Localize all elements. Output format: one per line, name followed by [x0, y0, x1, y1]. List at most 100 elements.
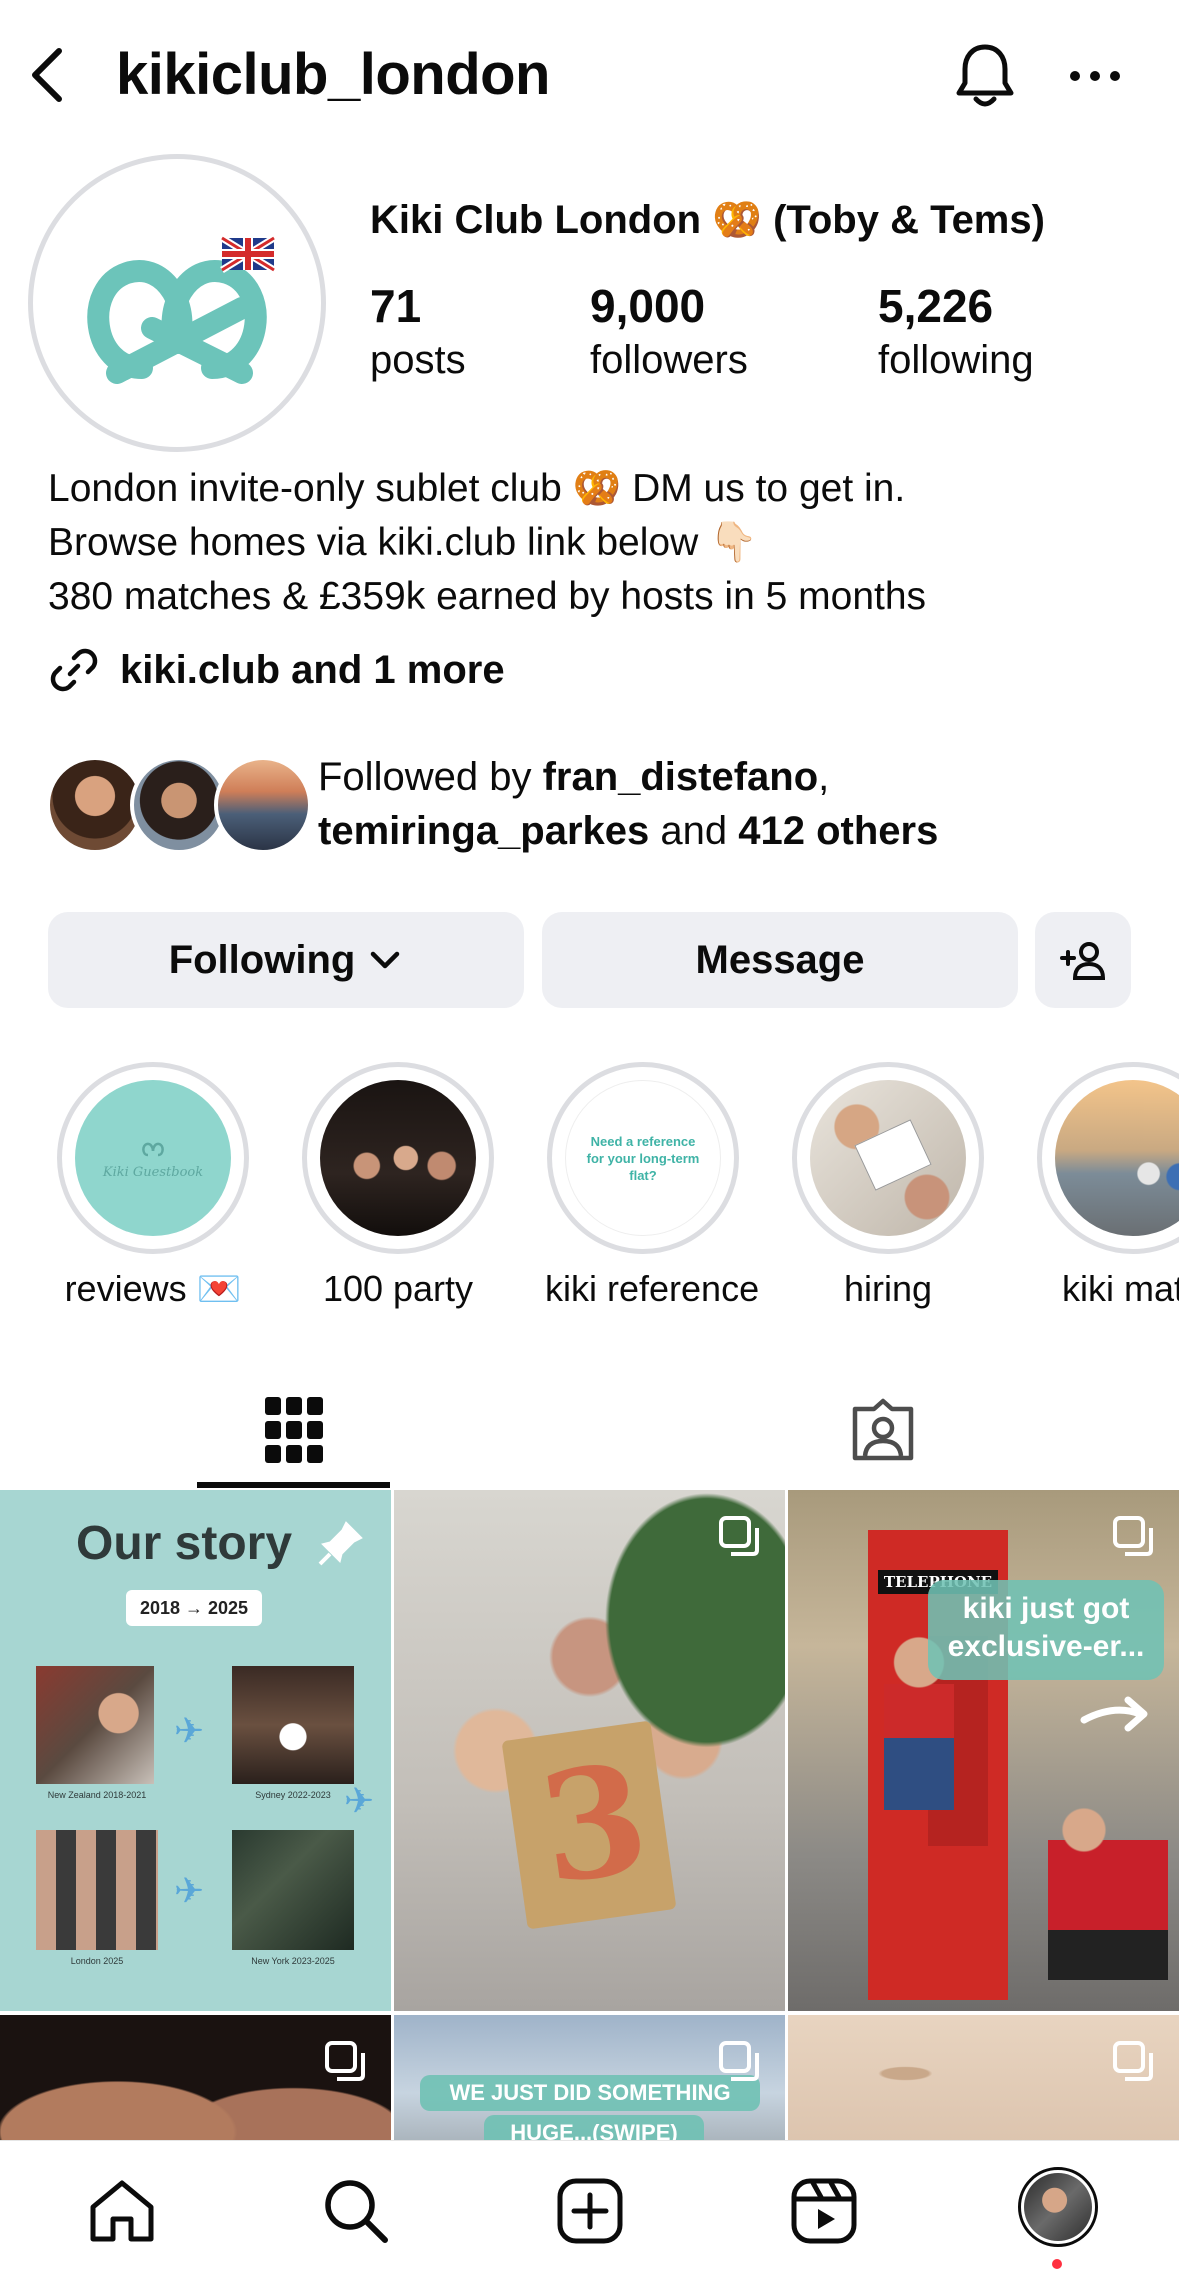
message-button[interactable]: Message [542, 912, 1018, 1008]
profile-header: kikiclub_london [0, 0, 1179, 150]
notification-dot [1052, 2259, 1062, 2269]
link-icon [50, 648, 98, 692]
highlight-label: kiki reference [545, 1268, 760, 1309]
bio-line-2: Browse homes via kiki.club link below 👇🏻 [48, 521, 758, 564]
pin-icon [318, 1521, 363, 1566]
highlight-kiki-math[interactable]: kiki math [1035, 1062, 1179, 1314]
posts-count-label: posts [370, 338, 466, 382]
carousel-icon [1113, 2041, 1153, 2081]
followed-by-others[interactable]: 412 others [738, 809, 938, 853]
post-title: Our story [76, 1517, 293, 1570]
chevron-left-icon [32, 48, 62, 102]
avatar [214, 756, 312, 854]
sign-card [854, 1119, 932, 1191]
following-count-value: 5,226 [878, 280, 994, 332]
highlight-cover [320, 1080, 476, 1236]
highlight-reviews[interactable]: Kiki Guestbook reviews 💌 [55, 1062, 251, 1314]
bio-link-text: kiki.club and 1 more [120, 647, 505, 692]
followed-by-user-2[interactable]: temiringa_parkes [318, 809, 649, 853]
bio-line-3: 380 matches & £359k earned by hosts in 5… [48, 575, 927, 618]
followed-by-and: and [649, 809, 739, 853]
followed-by-text[interactable]: Followed by fran_distefano, temiringa_pa… [318, 750, 938, 858]
grid-post[interactable]: TELEPHONE kiki just got exclusive-er... [788, 1490, 1179, 2011]
collage-caption: London 2025 [70, 1956, 124, 1966]
pretzel-icon [142, 1142, 164, 1156]
posts-count-value: 71 [370, 280, 422, 332]
suggest-people-button[interactable] [1035, 912, 1131, 1008]
photo-collage [36, 1830, 158, 1950]
back-button[interactable] [22, 40, 72, 110]
nav-search[interactable] [316, 2171, 396, 2251]
more-horizontal-icon [1070, 71, 1120, 81]
nav-home[interactable] [82, 2171, 162, 2251]
post-overlay-text: kiki just got exclusive-er... [928, 1580, 1164, 1680]
followers-count-value: 9,000 [590, 280, 706, 332]
highlight-hiring[interactable]: hiring [790, 1062, 986, 1314]
home-icon [90, 2180, 154, 2242]
notifications-button[interactable] [950, 38, 1020, 114]
followed-by-comma: , [818, 755, 830, 799]
highlight-ring [792, 1062, 984, 1254]
grid-post[interactable]: WE JUST DID SOMETHING HUGE...(SWIPE) [394, 2015, 785, 2140]
tab-posts-grid[interactable] [197, 1372, 390, 1488]
followers-count[interactable]: 9,000 followers [590, 278, 748, 386]
highlight-label: reviews 💌 [64, 1268, 242, 1309]
following-count-label: following [878, 338, 1034, 382]
posts-count[interactable]: 71 posts [370, 278, 466, 386]
bio-line-1: London invite-only sublet club 🥨 DM us t… [48, 467, 906, 510]
highlight-ring: Kiki Guestbook [57, 1062, 249, 1254]
highlight-cover [810, 1080, 966, 1236]
highlight-100-party[interactable]: 100 party [300, 1062, 496, 1314]
mutual-followers-avatars[interactable] [46, 756, 312, 856]
tagged-person-icon [852, 1398, 913, 1461]
highlight-cover: Need a reference for your long-term flat… [565, 1080, 721, 1236]
arrow-right-icon [1080, 1696, 1148, 1732]
highlight-label: 100 party [322, 1268, 474, 1309]
grid-icon [264, 1397, 323, 1463]
profile-username: kikiclub_london [116, 42, 551, 107]
more-options-button[interactable] [1060, 38, 1130, 114]
profile-photo [1024, 2173, 1092, 2241]
following-button[interactable]: Following [48, 912, 524, 1008]
grid-post[interactable]: 3 [394, 1490, 785, 2011]
grid-post[interactable]: Our story 2018 → 2025 New Zealand 2018-2… [0, 1490, 391, 2011]
add-post-icon [557, 2178, 623, 2244]
highlight-cover: Kiki Guestbook [75, 1080, 231, 1236]
carousel-icon [325, 2041, 365, 2081]
avatar-image [42, 168, 312, 438]
nav-profile[interactable] [1016, 2165, 1100, 2249]
bio-link[interactable]: kiki.club and 1 more [48, 640, 505, 700]
message-button-label: Message [695, 937, 865, 982]
photo-collage [232, 1830, 354, 1950]
active-tab-indicator [197, 1482, 390, 1488]
add-person-icon [1060, 942, 1106, 980]
followed-by-user-1[interactable]: fran_distefano [543, 755, 819, 799]
photo-collage [232, 1666, 354, 1784]
highlight-kiki-reference[interactable]: Need a reference for your long-term flat… [545, 1062, 760, 1314]
bell-icon [956, 44, 1014, 107]
following-button-label: Following [168, 937, 356, 982]
grid-post[interactable] [788, 2015, 1179, 2140]
tab-tagged[interactable] [786, 1372, 979, 1488]
post-overlay-text: WE JUST DID SOMETHING [420, 2075, 760, 2111]
highlight-label: kiki math [1061, 1268, 1179, 1309]
photo-collage [36, 1666, 154, 1784]
grid-post[interactable] [0, 2015, 391, 2140]
nav-reels[interactable] [784, 2171, 864, 2251]
chevron-down-icon [371, 951, 400, 969]
highlight-cover-text: Kiki Guestbook [102, 1164, 204, 1180]
carousel-icon [719, 1516, 759, 1556]
followed-by-prefix: Followed by [318, 755, 543, 799]
reels-icon [791, 2178, 857, 2244]
carousel-icon [1113, 1516, 1153, 1556]
collage-caption: Sydney 2022-2023 [255, 1790, 331, 1800]
collage-caption: New York 2023-2025 [251, 1956, 335, 1966]
highlight-cover [1055, 1080, 1179, 1236]
nav-create[interactable] [550, 2171, 630, 2251]
profile-avatar[interactable] [28, 154, 326, 452]
post-overlay-text: HUGE...(SWIPE) [484, 2115, 704, 2140]
highlight-ring: Need a reference for your long-term flat… [547, 1062, 739, 1254]
bottom-navigation [0, 2140, 1179, 2281]
airplane-icon: ✈ [174, 1870, 205, 1911]
following-count[interactable]: 5,226 following [878, 278, 1034, 386]
